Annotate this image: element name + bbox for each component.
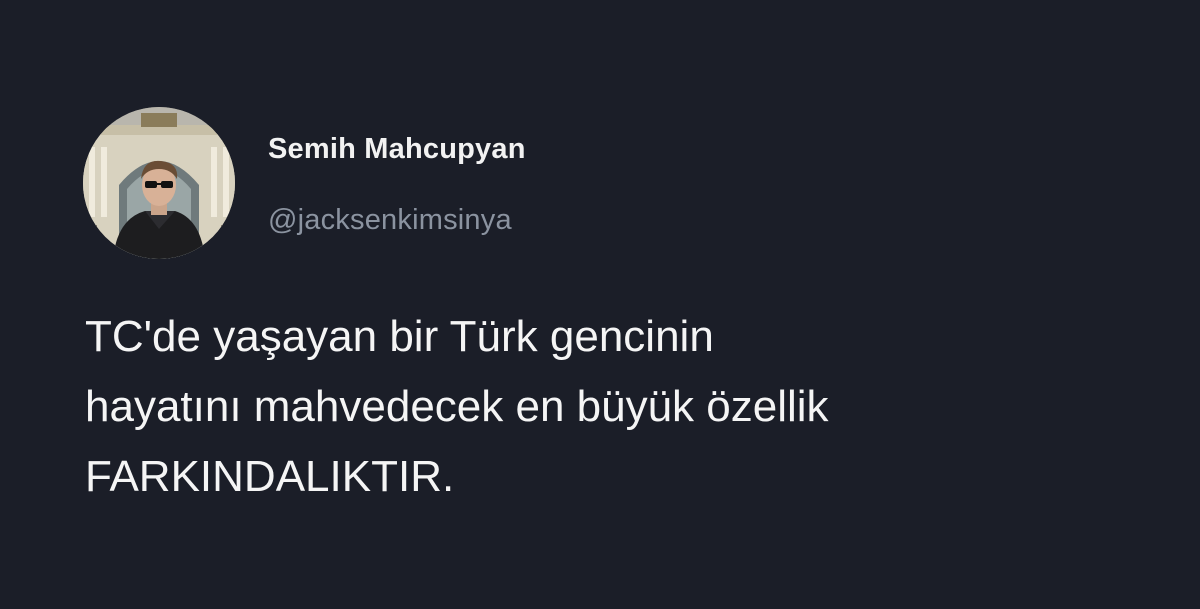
tweet-text: TC'de yaşayan bir Türk gencinin hayatını… [85, 302, 1145, 512]
tweet-card: Semih Mahcupyan @jacksenkimsinya TC'de y… [0, 0, 1200, 609]
profile-photo-icon [83, 107, 235, 259]
tweet-text-line: hayatını mahvedecek en büyük özellik [85, 382, 829, 431]
avatar[interactable] [83, 107, 235, 259]
tweet-text-line: FARKINDALIKTIR. [85, 452, 455, 501]
author-display-name[interactable]: Semih Mahcupyan [268, 133, 526, 166]
tweet-text-line: TC'de yaşayan bir Türk gencinin [85, 312, 714, 361]
author-handle[interactable]: @jacksenkimsinya [268, 204, 512, 237]
